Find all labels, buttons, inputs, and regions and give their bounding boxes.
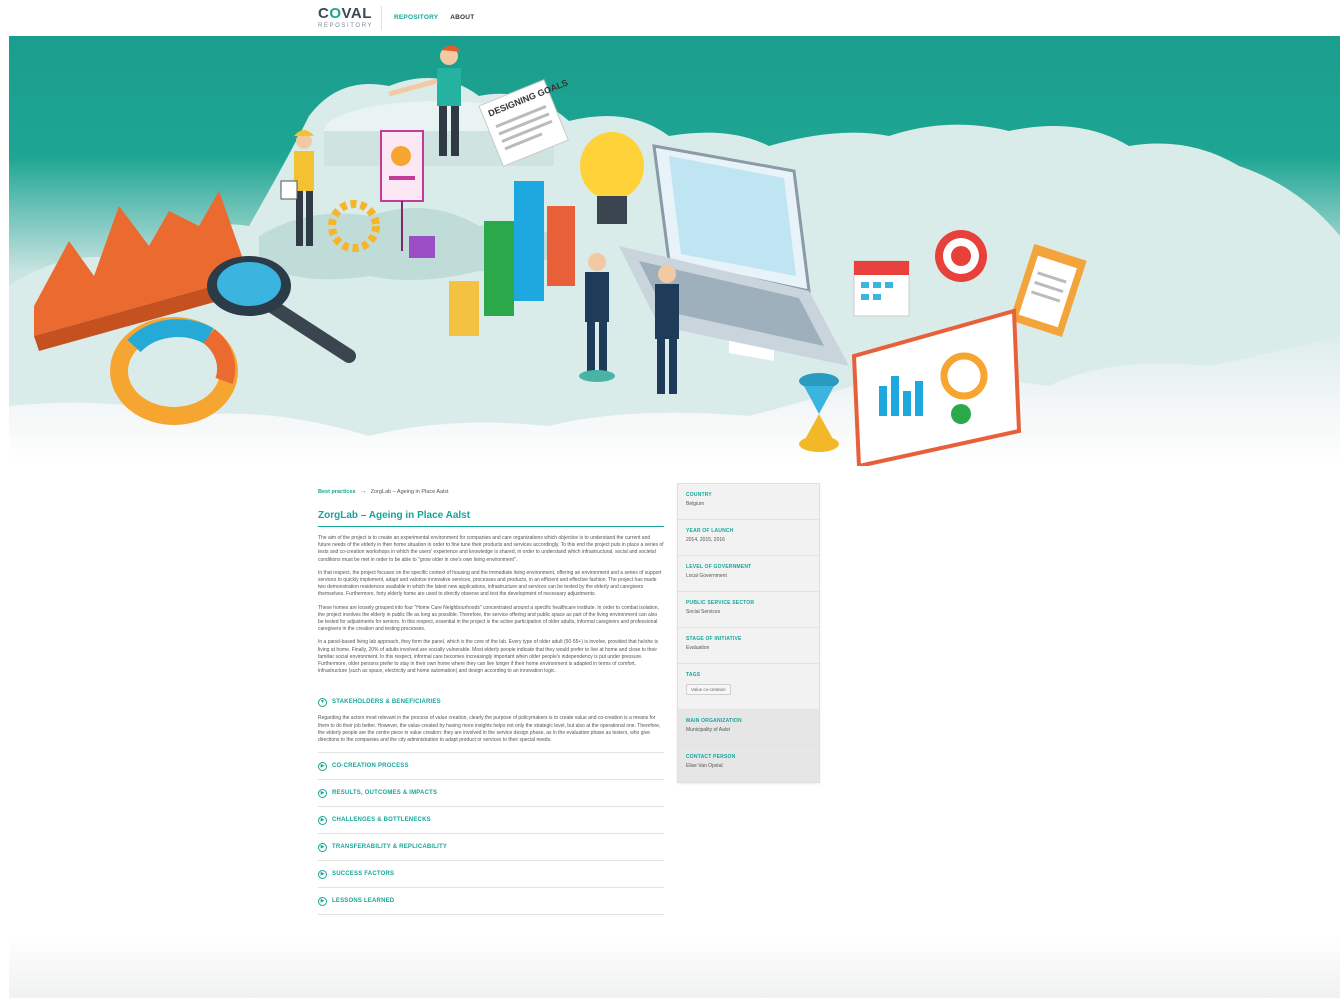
accordion-label: SUCCESS FACTORS xyxy=(332,871,395,878)
detail-label: YEAR OF LAUNCH xyxy=(686,528,734,534)
breadcrumb-current: ZorgLab – Ageing in Place Aalst xyxy=(370,488,449,495)
header-divider xyxy=(381,6,382,30)
page-title: ZorgLab – Ageing in Place Aalst xyxy=(318,510,664,527)
logo-wordmark: COVAL xyxy=(318,5,372,22)
accordion-header-lessons-learned[interactable]: ▶ LESSONS LEARNED xyxy=(318,888,664,914)
accordion-label: CHALLENGES & BOTTLENECKS xyxy=(332,817,431,824)
chevron-right-icon: ▶ xyxy=(318,788,327,798)
detail-main-organization: MAIN ORGANIZATION Municipality of Aalst xyxy=(678,710,819,746)
detail-value: Social Services xyxy=(686,609,721,615)
detail-contact-person: CONTACT PERSON Elise Van Opstal xyxy=(678,746,819,782)
accordion-list: ▼ STAKEHOLDERS & BENEFICIARIES Regarding… xyxy=(318,689,664,916)
detail-label: PUBLIC SERVICE SECTOR xyxy=(686,600,755,606)
accordion-results: ▶ RESULTS, OUTCOMES & IMPACTS xyxy=(318,780,664,808)
detail-level-of-government: LEVEL OF GOVERNMENT Local Government xyxy=(678,556,819,592)
accordion-label: LESSONS LEARNED xyxy=(332,898,395,905)
detail-value: Municipality of Aalst xyxy=(686,727,730,733)
accordion-body-stakeholders: Regarding the actors most relevant in th… xyxy=(318,715,661,744)
detail-value: Evaluation xyxy=(686,645,710,651)
accordion-label: RESULTS, OUTCOMES & IMPACTS xyxy=(332,790,438,797)
detail-label: STAGE OF INITIATIVE xyxy=(686,636,742,642)
hourglass-icon xyxy=(799,373,839,452)
chevron-right-icon: ▶ xyxy=(318,869,327,879)
detail-year-of-launch: YEAR OF LAUNCH 2014, 2015, 2016 xyxy=(678,520,819,556)
detail-label: COUNTRY xyxy=(686,492,712,498)
detail-label: MAIN ORGANIZATION xyxy=(686,718,742,724)
nav-repository[interactable]: REPOSITORY xyxy=(394,14,438,21)
accordion-co-creation: ▶ CO-CREATION PROCESS xyxy=(318,753,664,781)
logo-subtitle: REPOSITORY xyxy=(318,23,374,29)
detail-label: CONTACT PERSON xyxy=(686,754,736,760)
accordion-label: STAKEHOLDERS & BENEFICIARIES xyxy=(332,699,441,706)
chevron-right-icon: ▶ xyxy=(318,842,327,852)
accordion-label: CO-CREATION PROCESS xyxy=(332,763,409,770)
article-paragraph-4: In a panel-based living lab approach, th… xyxy=(318,639,659,675)
easel-board xyxy=(380,130,424,202)
target-icon xyxy=(935,230,987,282)
detail-label: TAGS xyxy=(686,672,701,678)
tag-chip[interactable]: Value co-creation xyxy=(686,684,731,695)
content-background xyxy=(9,466,1340,998)
article-paragraph-1: The aim of the project is to create an e… xyxy=(318,535,664,563)
accordion-header-challenges[interactable]: ▶ CHALLENGES & BOTTLENECKS xyxy=(318,807,664,833)
accordion-header-transferability[interactable]: ▶ TRANSFERABILITY & REPLICABILITY xyxy=(318,834,664,860)
detail-value: Belgium xyxy=(686,501,705,507)
detail-value: Elise Van Opstal xyxy=(686,763,723,769)
breadcrumb-arrow-icon: → xyxy=(359,488,367,495)
accordion-header-results[interactable]: ▶ RESULTS, OUTCOMES & IMPACTS xyxy=(318,780,664,806)
nav-about[interactable]: ABOUT xyxy=(450,14,474,21)
bar-blue xyxy=(514,181,544,301)
chevron-down-icon: ▼ xyxy=(318,697,327,707)
detail-country: COUNTRY Belgium xyxy=(678,484,819,520)
chevron-right-icon: ▶ xyxy=(318,761,327,771)
detail-value: Local Government xyxy=(686,573,727,579)
bar-green xyxy=(484,221,514,316)
main-nav: REPOSITORY ABOUT xyxy=(394,14,474,21)
chevron-right-icon: ▶ xyxy=(318,815,327,825)
detail-tags: TAGS Value co-creation xyxy=(678,664,819,710)
accordion-header-success-factors[interactable]: ▶ SUCCESS FACTORS xyxy=(318,861,664,887)
accordion-success-factors: ▶ SUCCESS FACTORS xyxy=(318,861,664,889)
detail-stage-of-initiative: STAGE OF INITIATIVE Evaluation xyxy=(678,628,819,664)
bar-red xyxy=(547,206,575,286)
accordion-transferability: ▶ TRANSFERABILITY & REPLICABILITY xyxy=(318,834,664,862)
accordion-label: TRANSFERABILITY & REPLICABILITY xyxy=(332,844,448,851)
accordion-stakeholders: ▼ STAKEHOLDERS & BENEFICIARIES Regarding… xyxy=(318,689,664,754)
project-details-sidebar: COUNTRY Belgium YEAR OF LAUNCH 2014, 201… xyxy=(677,483,820,783)
coval-logo[interactable]: COVAL REPOSITORY xyxy=(318,6,373,29)
detail-public-service-sector: PUBLIC SERVICE SECTOR Social Services xyxy=(678,592,819,628)
hero-illustration: DESIGNING GOALS xyxy=(9,36,1340,466)
briefcase-icon xyxy=(409,236,435,258)
accordion-lessons-learned: ▶ LESSONS LEARNED xyxy=(318,888,664,916)
bar-yellow xyxy=(449,281,479,336)
accordion-challenges: ▶ CHALLENGES & BOTTLENECKS xyxy=(318,807,664,835)
accordion-header-co-creation[interactable]: ▶ CO-CREATION PROCESS xyxy=(318,753,664,779)
detail-value: 2014, 2015, 2016 xyxy=(686,537,725,543)
breadcrumb: Best practices → ZorgLab – Ageing in Pla… xyxy=(318,488,664,495)
accordion-header-stakeholders[interactable]: ▼ STAKEHOLDERS & BENEFICIARIES xyxy=(318,689,664,715)
breadcrumb-best-practices[interactable]: Best practices xyxy=(318,489,356,495)
calendar-icon xyxy=(853,260,910,317)
detail-label: LEVEL OF GOVERNMENT xyxy=(686,564,752,570)
chevron-right-icon: ▶ xyxy=(318,896,327,906)
article-main: Best practices → ZorgLab – Ageing in Pla… xyxy=(318,488,664,916)
hero-illustration-graphic: DESIGNING GOALS xyxy=(9,45,1340,466)
site-header: COVAL REPOSITORY REPOSITORY ABOUT xyxy=(0,0,1343,36)
article-paragraph-3: These homes are loosely grouped into fou… xyxy=(318,604,659,633)
article-paragraph-2: In that respect, the project focuses on … xyxy=(318,569,662,598)
